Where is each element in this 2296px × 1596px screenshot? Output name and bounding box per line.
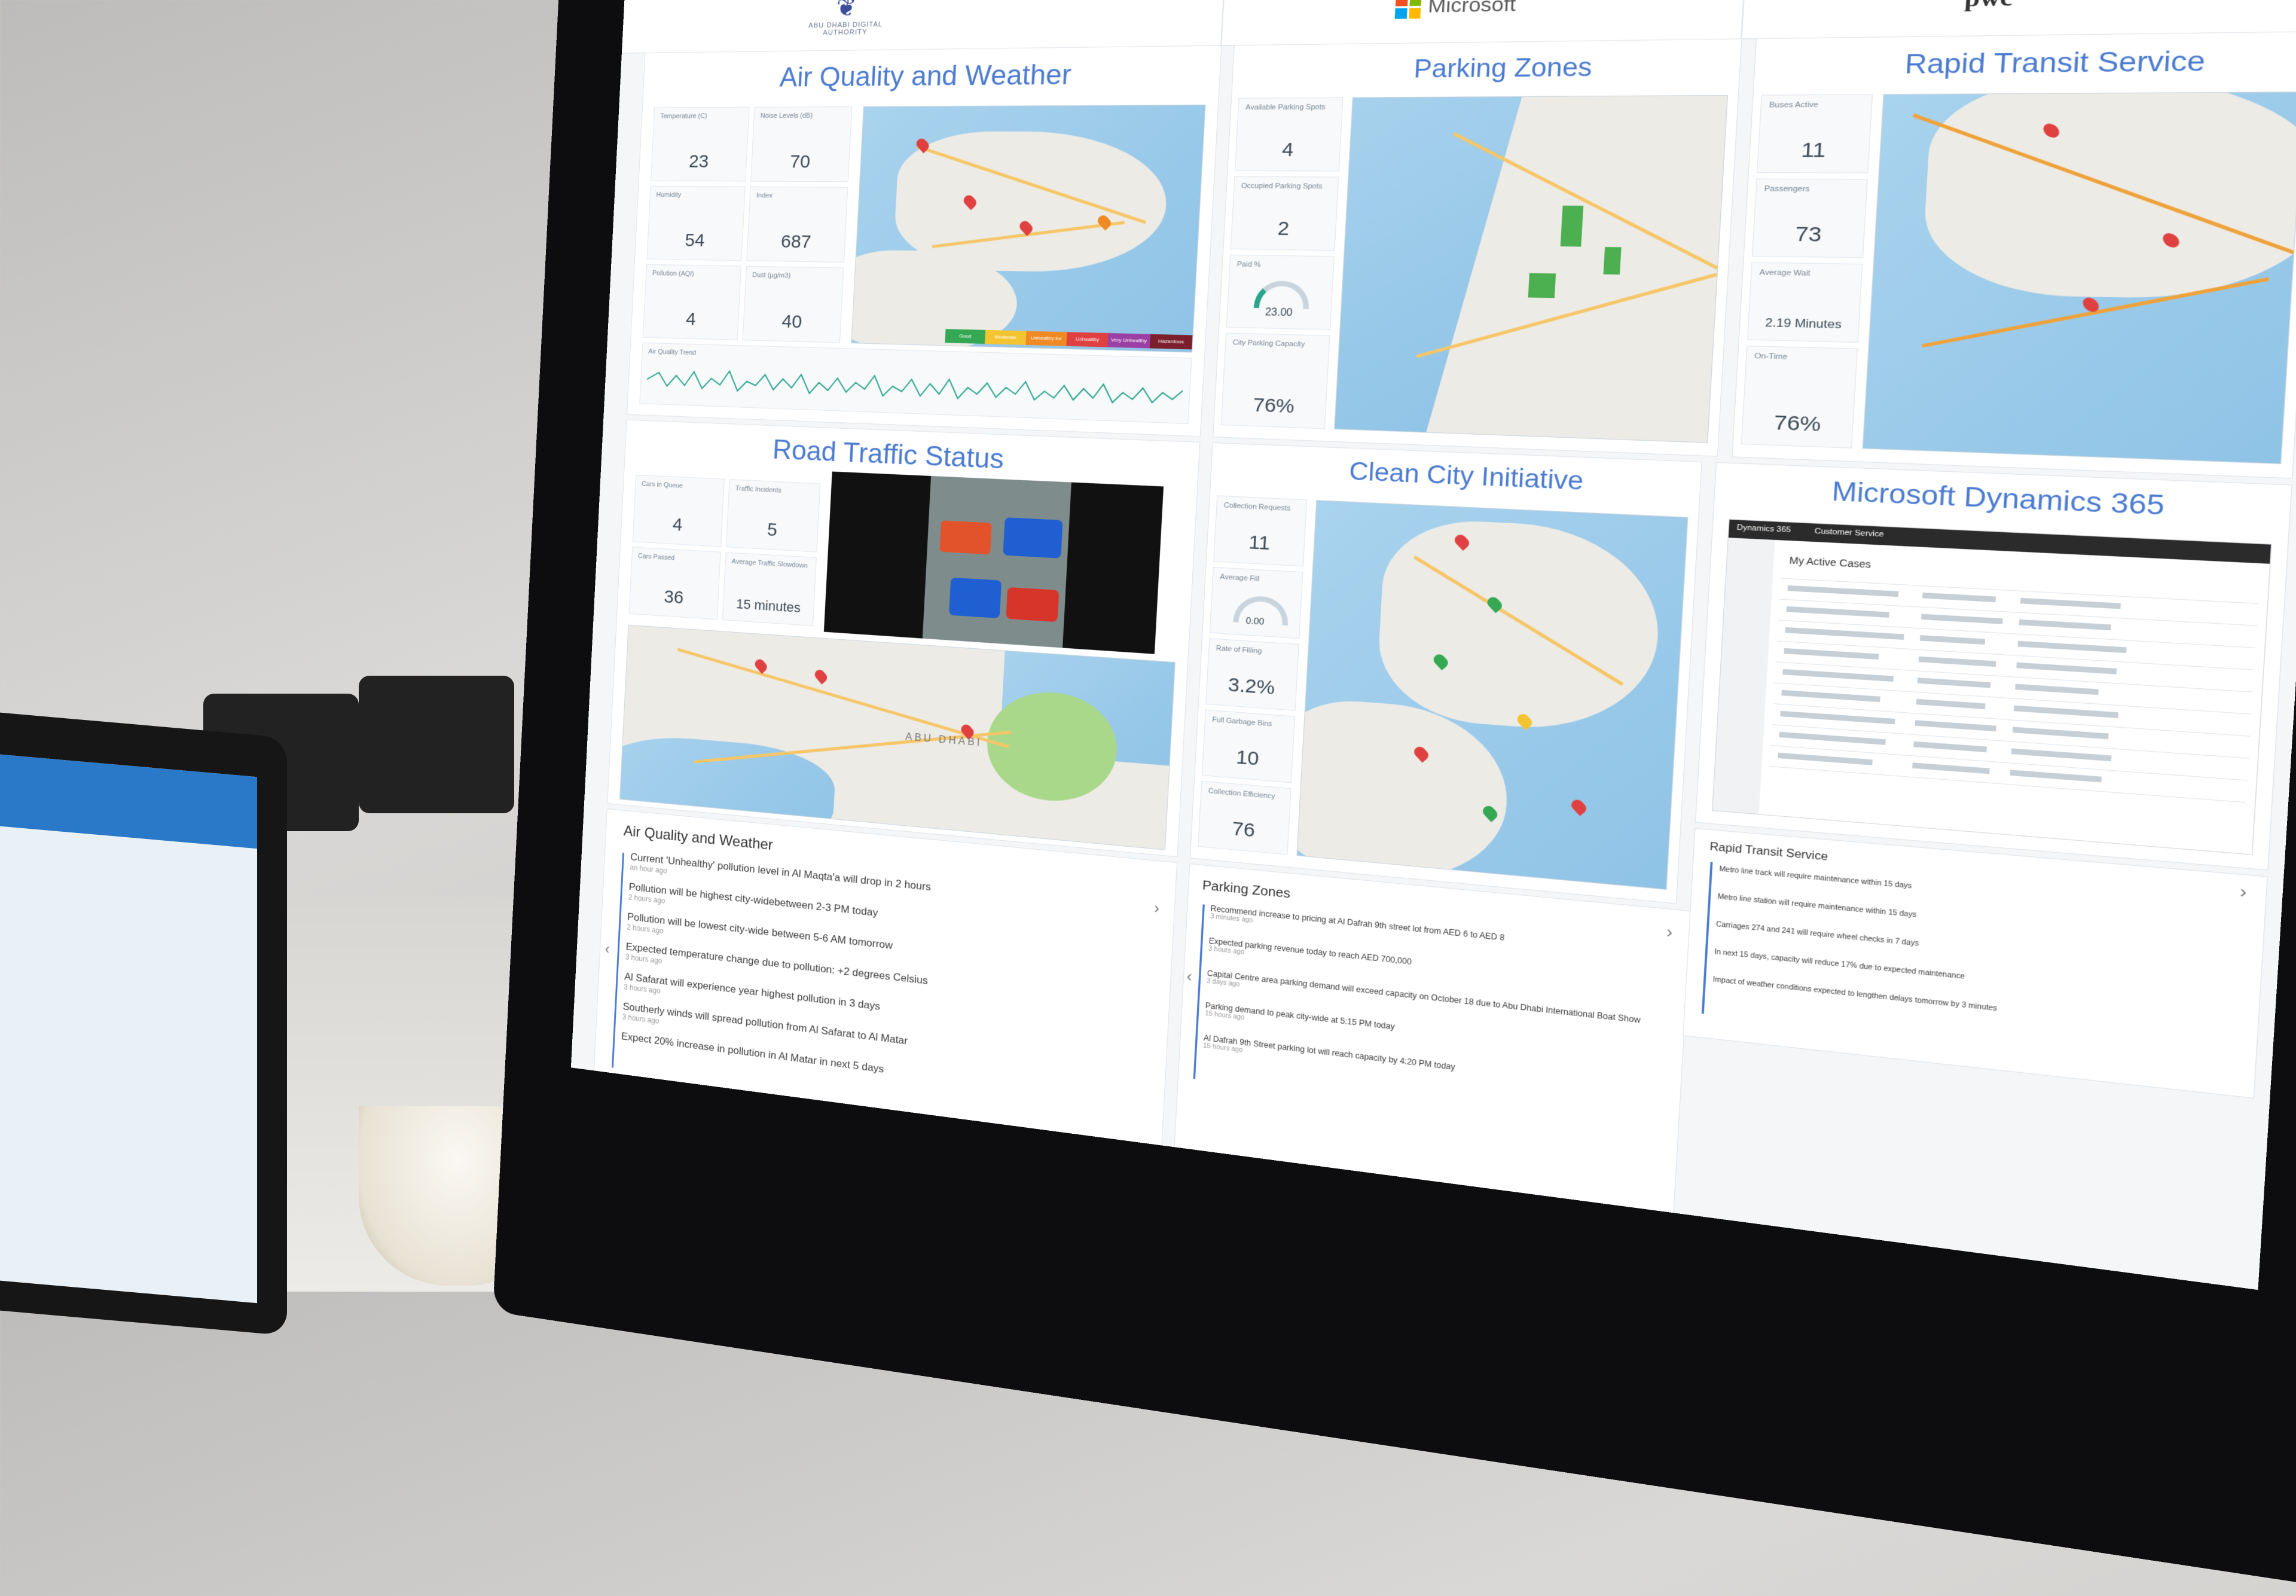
pwc-logo: pwc bbox=[1964, 0, 2013, 13]
traffic-panel: Road Traffic Status Cars in Queue 4 Traff… bbox=[607, 419, 1201, 857]
panel-title: Parking Zones bbox=[1413, 53, 1593, 84]
full-bins-tile[interactable]: Full Garbage Bins 10 bbox=[1201, 709, 1296, 783]
tablet-device bbox=[0, 709, 287, 1336]
panel-title: Road Traffic Status bbox=[771, 434, 1005, 475]
feed-item[interactable]: Parking demand to peak city-wide at 5:15… bbox=[1205, 1001, 1395, 1039]
collection-efficiency-tile[interactable]: Collection Efficiency 76 bbox=[1198, 780, 1292, 855]
aqi-legend: Good Moderate Unhealthy for Sensitive Un… bbox=[945, 329, 1193, 353]
traffic-camera-feed[interactable] bbox=[823, 471, 1164, 654]
index-tile[interactable]: Index 687 bbox=[746, 186, 848, 263]
panel-title: Microsoft Dynamics 365 bbox=[1831, 477, 2166, 521]
feed-next-arrow[interactable]: › bbox=[2239, 882, 2248, 903]
feed-item[interactable]: Metro line track will require maintenanc… bbox=[1719, 866, 1912, 890]
clean-city-panel: Clean City Initiative Collection Request… bbox=[1189, 442, 1702, 904]
feed-next-arrow[interactable]: › bbox=[1153, 899, 1159, 918]
nav-customer-service[interactable]: Customer Service bbox=[1814, 527, 1884, 539]
dashboard-screen: ❦ ABU DHABI DIGITAL AUTHORITY Microsoft … bbox=[570, 0, 2296, 1290]
dynamics-panel: Microsoft Dynamics 365 Dynamics 365 Cust… bbox=[1694, 462, 2292, 871]
air-quality-trend[interactable]: Air Quality Trend bbox=[639, 342, 1192, 425]
panel-title: Air Quality and Weather bbox=[778, 59, 1072, 93]
feed-prev-arrow[interactable]: ‹ bbox=[604, 941, 610, 958]
occupied-spots-tile[interactable]: Occupied Parking Spots 2 bbox=[1230, 176, 1339, 251]
temperature-tile[interactable]: Temperature (C) 23 bbox=[651, 106, 750, 182]
feed-item[interactable]: Carriages 274 and 241 will require wheel… bbox=[1716, 921, 1919, 948]
parking-capacity-tile[interactable]: City Parking Capacity 76% bbox=[1220, 332, 1330, 429]
panel-title: Clean City Initiative bbox=[1348, 457, 1584, 496]
bin-pin[interactable] bbox=[1569, 797, 1589, 816]
transit-feed-panel: Rapid Transit Service › Metro line track… bbox=[1683, 828, 2268, 1099]
passengers-tile[interactable]: Passengers 73 bbox=[1751, 178, 1868, 258]
feed-title: Air Quality and Weather bbox=[623, 822, 774, 854]
nav-dynamics[interactable]: Dynamics 365 bbox=[1736, 523, 1791, 534]
microsoft-logo: Microsoft bbox=[1394, 0, 1516, 22]
feed-title: Rapid Transit Service bbox=[1709, 841, 1828, 863]
transit-map[interactable] bbox=[1862, 91, 2296, 465]
dynamics-app-frame[interactable]: Dynamics 365 Customer Service My Active … bbox=[1712, 518, 2272, 855]
parking-map[interactable] bbox=[1334, 94, 1729, 443]
noise-tile[interactable]: Noise Levels (dB) 70 bbox=[750, 106, 853, 182]
buses-active-tile[interactable]: Buses Active 11 bbox=[1757, 94, 1873, 173]
feed-title: Parking Zones bbox=[1202, 878, 1291, 902]
available-spots-tile[interactable]: Available Parking Spots 4 bbox=[1234, 97, 1344, 172]
cars-in-queue-tile[interactable]: Cars in Queue 4 bbox=[632, 474, 725, 547]
feed-next-arrow[interactable]: › bbox=[1666, 923, 1673, 943]
trend-sparkline bbox=[646, 361, 1183, 416]
humidity-tile[interactable]: Humidity 54 bbox=[646, 185, 746, 261]
on-time-tile[interactable]: On-Time 76% bbox=[1741, 345, 1858, 448]
traffic-slowdown-tile[interactable]: Average Traffic Slowdown 15 minutes bbox=[722, 552, 817, 627]
feed-item[interactable]: Al Dafrah 9th Street parking lot will re… bbox=[1203, 1033, 1455, 1079]
transit-panel: Rapid Transit Service Buses Active 11 Pas… bbox=[1732, 31, 2296, 479]
collection-requests-tile[interactable]: Collection Requests 11 bbox=[1213, 495, 1308, 567]
paid-gauge bbox=[1253, 280, 1311, 309]
air-quality-panel: Air Quality and Weather Temperature (C) 2… bbox=[627, 45, 1222, 437]
traffic-incidents-tile[interactable]: Traffic Incidents 5 bbox=[725, 479, 821, 553]
parking-panel: Parking Zones Available Parking Spots 4 O… bbox=[1213, 38, 1742, 457]
average-wait-tile[interactable]: Average Wait 2.19 Minutes bbox=[1747, 262, 1863, 343]
rate-of-filling-tile[interactable]: Rate of Filling 3.2% bbox=[1205, 638, 1299, 711]
feed-item[interactable]: Metro line station will require maintena… bbox=[1717, 893, 1916, 920]
incident-pin[interactable] bbox=[813, 667, 829, 685]
feed-item[interactable]: Impact of weather conditions expected to… bbox=[1712, 976, 1997, 1013]
panel-title: Rapid Transit Service bbox=[1904, 46, 2206, 80]
average-fill-tile[interactable]: Average Fill 0.00 bbox=[1209, 566, 1303, 639]
cars-passed-tile[interactable]: Cars Passed 36 bbox=[628, 547, 721, 620]
adda-logo: ❦ ABU DHABI DIGITAL AUTHORITY bbox=[808, 0, 883, 37]
feed-prev-arrow[interactable]: ‹ bbox=[1186, 968, 1193, 986]
feed-item[interactable]: In next 15 days, capacity will reduce 17… bbox=[1714, 948, 1965, 981]
pollution-tile[interactable]: Pollution (AQI) 4 bbox=[642, 264, 741, 340]
dust-tile[interactable]: Dust (µg/m3) 40 bbox=[742, 266, 844, 343]
traffic-map[interactable]: ABU DHABI bbox=[619, 624, 1176, 850]
clean-city-map[interactable] bbox=[1296, 500, 1689, 890]
feed-item[interactable]: Expected parking revenue today to reach … bbox=[1208, 936, 1412, 974]
dynamics-sidebar bbox=[1712, 538, 1775, 814]
air-quality-map[interactable]: Good Moderate Unhealthy for Sensitive Un… bbox=[851, 104, 1206, 353]
dynamics-view-title: My Active Cases bbox=[1789, 554, 1871, 570]
paid-tile[interactable]: Paid % 23.00 bbox=[1226, 254, 1335, 330]
